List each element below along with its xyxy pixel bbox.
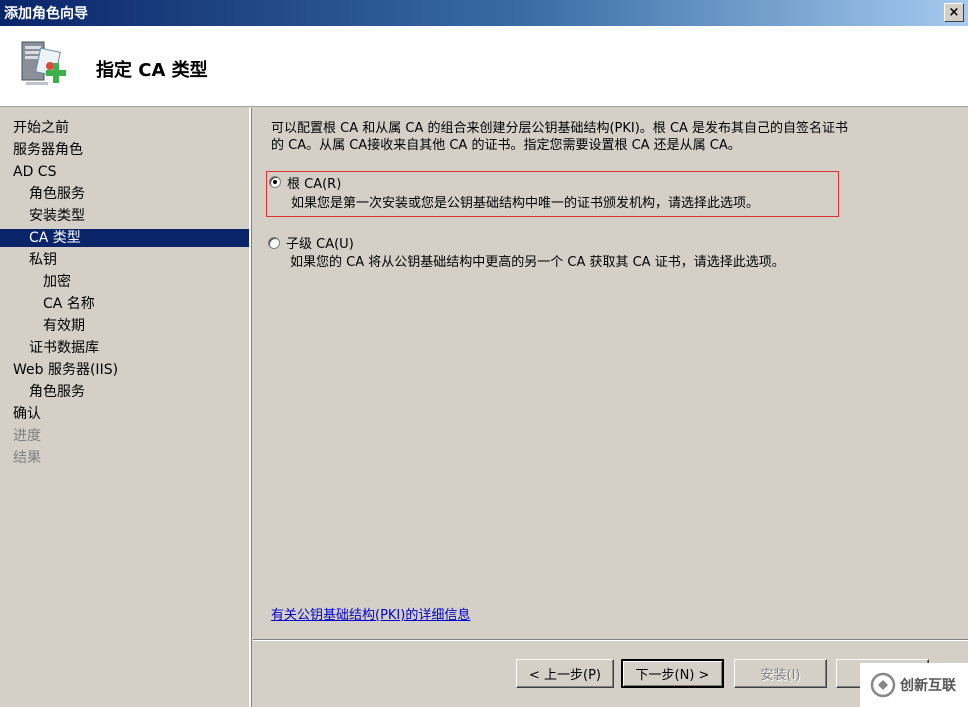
- sidebar-item-certificate-database[interactable]: 证书数据库: [0, 337, 249, 359]
- subordinate-ca-option[interactable]: 子级 CA(U) 如果您的 CA 将从公钥基础结构中更高的另一个 CA 获取其 …: [266, 233, 886, 270]
- back-button[interactable]: < 上一步(P): [516, 659, 614, 688]
- watermark-text: 创新互联: [900, 678, 956, 694]
- intro-line-2: 的 CA。从属 CA接收来自其他 CA 的证书。指定您需要设置根 CA 还是从属…: [271, 138, 741, 153]
- sidebar-item-results: 结果: [13, 450, 41, 466]
- subordinate-ca-description: 如果您的 CA 将从公钥基础结构中更高的另一个 CA 获取其 CA 证书，请选择…: [290, 255, 785, 270]
- intro-text: 可以配置根 CA 和从属 CA 的组合来创建分层公钥基础结构(PKI)。根 CA…: [271, 120, 961, 154]
- wizard-step-sidebar: 开始之前 服务器角色 AD CS 角色服务 安装类型 CA 类型 私钥 加密 C…: [0, 108, 251, 707]
- watermark: 创新互联: [860, 663, 968, 707]
- root-ca-option[interactable]: 根 CA(R) 如果您是第一次安装或您是公钥基础结构中唯一的证书颁发机构，请选择…: [266, 171, 839, 217]
- watermark-logo-icon: [870, 672, 896, 698]
- sidebar-item-server-roles[interactable]: 服务器角色: [0, 139, 249, 161]
- sidebar-item-setup-type[interactable]: 安装类型: [0, 205, 249, 227]
- sidebar-item-validity-period[interactable]: 有效期: [0, 315, 249, 337]
- intro-line-1: 可以配置根 CA 和从属 CA 的组合来创建分层公钥基础结构(PKI)。根 CA…: [271, 121, 849, 136]
- root-ca-description: 如果您是第一次安装或您是公钥基础结构中唯一的证书颁发机构，请选择此选项。: [291, 196, 760, 211]
- root-ca-radio[interactable]: [269, 176, 281, 188]
- subordinate-ca-label[interactable]: 子级 CA(U): [286, 233, 354, 252]
- close-icon: ×: [948, 5, 960, 20]
- sidebar-item-ca-name[interactable]: CA 名称: [0, 293, 249, 315]
- pki-info-link[interactable]: 有关公钥基础结构(PKI)的详细信息: [271, 604, 470, 623]
- next-button[interactable]: 下一步(N) >: [621, 659, 724, 688]
- close-button[interactable]: ×: [944, 3, 964, 22]
- sidebar-item-role-services[interactable]: 角色服务: [0, 183, 249, 205]
- page-title: 指定 CA 类型: [96, 60, 208, 81]
- sidebar-item-private-key[interactable]: 私钥: [0, 249, 249, 271]
- root-ca-label[interactable]: 根 CA(R): [287, 173, 341, 192]
- server-certificate-add-icon: [21, 41, 66, 85]
- install-button: 安装(I): [734, 659, 827, 688]
- sidebar-item-iis-role-services[interactable]: 角色服务: [0, 381, 249, 403]
- sidebar-item-ca-type[interactable]: CA 类型: [0, 229, 249, 247]
- sidebar-item-before-you-begin[interactable]: 开始之前: [0, 117, 249, 139]
- sidebar-item-confirmation[interactable]: 确认: [0, 403, 249, 425]
- sidebar-item-cryptography[interactable]: 加密: [0, 271, 249, 293]
- title-bar: 添加角色向导 ×: [0, 0, 968, 26]
- subordinate-ca-radio[interactable]: [268, 237, 280, 249]
- footer-separator: [253, 639, 968, 641]
- wizard-header: 指定 CA 类型: [0, 26, 968, 107]
- sidebar-item-web-server-iis[interactable]: Web 服务器(IIS): [0, 359, 249, 381]
- wizard-content: 可以配置根 CA 和从属 CA 的组合来创建分层公钥基础结构(PKI)。根 CA…: [253, 108, 968, 639]
- window-title: 添加角色向导: [4, 6, 88, 22]
- sidebar-item-ad-cs[interactable]: AD CS: [0, 161, 249, 183]
- sidebar-item-progress: 进度: [13, 428, 41, 444]
